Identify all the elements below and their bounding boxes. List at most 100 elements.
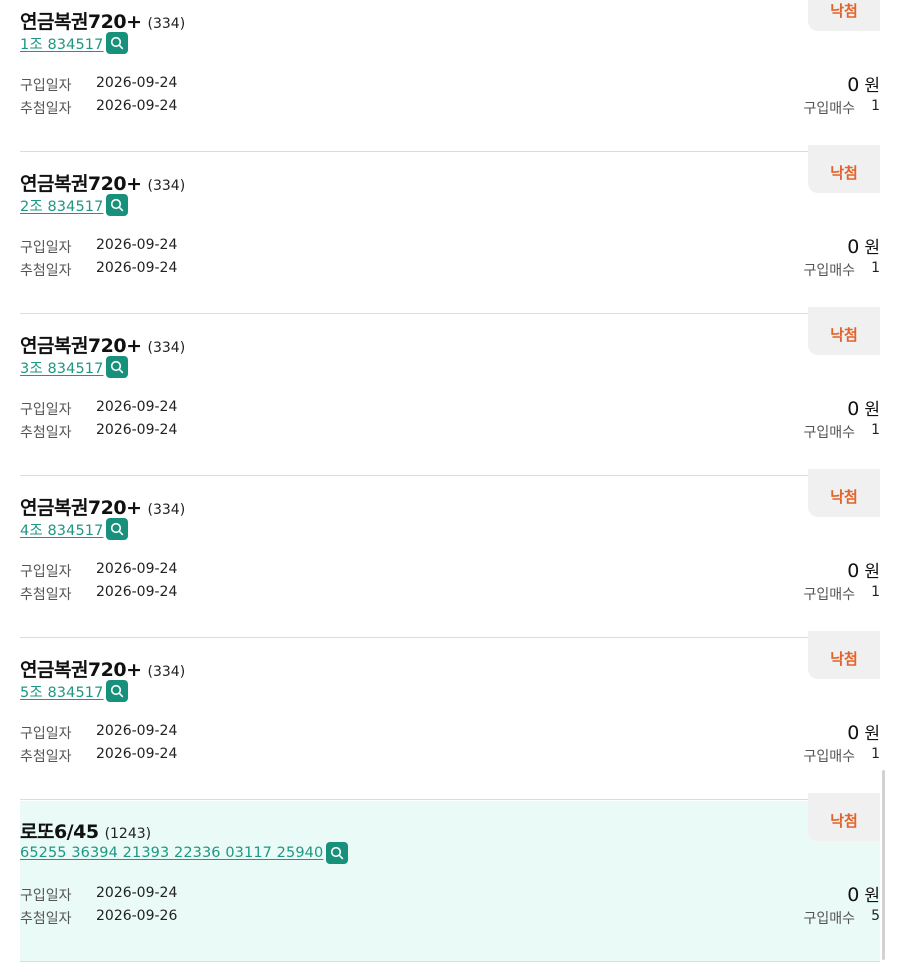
number-search-button[interactable] xyxy=(106,680,129,702)
draw-date-label: 추첨일자 xyxy=(20,425,72,441)
status-badge: 낙첨 xyxy=(808,145,880,193)
currency-label: 원 xyxy=(864,886,880,906)
ticket-number-link[interactable]: 65255 36394 21393 22336 03117 25940 xyxy=(20,845,323,861)
search-icon xyxy=(111,36,124,50)
purchase-count-value: 1 xyxy=(871,746,880,762)
purchase-date-value: 2026-09-24 xyxy=(96,237,178,253)
ticket-number-row: 4조 834517 xyxy=(20,518,129,540)
prize-amount: 0원 xyxy=(847,719,880,744)
draw-date-label: 추첨일자 xyxy=(20,911,72,927)
prize-amount: 0원 xyxy=(847,71,880,96)
draw-date-label: 추첨일자 xyxy=(20,263,72,279)
draw-date-row: 추첨일자 2026-09-24 xyxy=(20,746,177,766)
ticket-card-selected[interactable]: 낙첨 로또6/45 (1243) 65255 36394 21393 22336… xyxy=(20,793,880,962)
draw-date-value: 2026-09-24 xyxy=(96,422,178,438)
prize-amount: 0원 xyxy=(847,233,880,258)
draw-date-value: 2026-09-24 xyxy=(96,584,178,600)
ticket-round: (334) xyxy=(147,664,186,680)
currency-label: 원 xyxy=(864,724,880,744)
purchase-date-label: 구입일자 xyxy=(20,726,72,742)
number-search-button[interactable] xyxy=(106,32,129,54)
ticket-card[interactable]: 낙첨 연금복권720+ (334) 2조 834517 구입일자 2026-09… xyxy=(20,145,880,314)
purchase-date-row: 구입일자 2026-09-24 xyxy=(20,75,177,95)
search-icon xyxy=(111,360,124,374)
purchase-date-row: 구입일자 2026-09-24 xyxy=(20,399,177,419)
ticket-name: 연금복권720+ xyxy=(20,173,142,195)
number-search-button[interactable] xyxy=(106,518,129,540)
purchase-date-label: 구입일자 xyxy=(20,78,72,94)
number-search-button[interactable] xyxy=(326,842,349,864)
prize-amount: 0원 xyxy=(847,395,880,420)
draw-date-value: 2026-09-24 xyxy=(96,260,178,276)
ticket-title-row: 연금복권720+ (334) xyxy=(20,331,185,358)
number-search-button[interactable] xyxy=(106,194,129,216)
purchase-count-value: 1 xyxy=(871,260,880,276)
ticket-title-row: 연금복권720+ (334) xyxy=(20,655,185,682)
ticket-round: (334) xyxy=(147,502,186,518)
purchase-date-label: 구입일자 xyxy=(20,240,72,256)
purchase-count: 구입매수 1 xyxy=(804,584,880,604)
status-badge: 낙첨 xyxy=(808,0,880,31)
draw-date-value: 2026-09-24 xyxy=(96,746,178,762)
number-search-button[interactable] xyxy=(106,356,129,378)
purchase-date-row: 구입일자 2026-09-24 xyxy=(20,723,177,743)
ticket-number-row: 2조 834517 xyxy=(20,194,129,216)
ticket-card[interactable]: 낙첨 연금복권720+ (334) 1조 834517 구입일자 2026-09… xyxy=(20,0,880,152)
ticket-number-link[interactable]: 4조 834517 xyxy=(20,519,103,540)
purchase-count-label: 구입매수 xyxy=(803,749,856,765)
prize-amount-value: 0 xyxy=(847,560,860,582)
currency-label: 원 xyxy=(864,400,880,420)
search-icon xyxy=(331,846,344,860)
prize-amount: 0원 xyxy=(847,881,880,906)
prize-amount-value: 0 xyxy=(847,398,860,420)
ticket-round: (334) xyxy=(147,16,186,32)
scrollbar-thumb[interactable] xyxy=(882,770,885,960)
prize-amount-value: 0 xyxy=(847,722,860,744)
purchase-count-value: 1 xyxy=(871,98,880,114)
ticket-card[interactable]: 낙첨 연금복권720+ (334) 3조 834517 구입일자 2026-09… xyxy=(20,307,880,476)
ticket-number-link[interactable]: 1조 834517 xyxy=(20,33,103,54)
purchase-date-value: 2026-09-24 xyxy=(96,75,178,91)
draw-date-label: 추첨일자 xyxy=(20,749,72,765)
currency-label: 원 xyxy=(864,238,880,258)
ticket-number-link[interactable]: 2조 834517 xyxy=(20,195,103,216)
draw-date-value: 2026-09-24 xyxy=(96,98,178,114)
purchase-date-row: 구입일자 2026-09-24 xyxy=(20,561,177,581)
purchase-count: 구입매수 1 xyxy=(804,422,880,442)
ticket-name: 연금복권720+ xyxy=(20,335,142,357)
search-icon xyxy=(111,684,124,698)
ticket-number-row: 65255 36394 21393 22336 03117 25940 xyxy=(20,842,349,864)
status-badge: 낙첨 xyxy=(808,307,880,355)
purchase-count-label: 구입매수 xyxy=(803,425,856,441)
purchase-count: 구입매수 5 xyxy=(804,908,880,928)
prize-amount-value: 0 xyxy=(847,74,860,96)
purchase-count-value: 1 xyxy=(871,584,880,600)
purchase-date-value: 2026-09-24 xyxy=(96,723,178,739)
purchase-count-value: 1 xyxy=(871,422,880,438)
status-badge: 낙첨 xyxy=(808,631,880,679)
ticket-round: (334) xyxy=(147,340,186,356)
ticket-number-row: 5조 834517 xyxy=(20,680,129,702)
search-icon xyxy=(111,522,124,536)
purchase-date-label: 구입일자 xyxy=(20,564,72,580)
draw-date-label: 추첨일자 xyxy=(20,101,72,117)
purchase-date-row: 구입일자 2026-09-24 xyxy=(20,885,177,905)
purchase-count-label: 구입매수 xyxy=(803,263,856,279)
ticket-title-row: 연금복권720+ (334) xyxy=(20,493,185,520)
draw-date-row: 추첨일자 2026-09-24 xyxy=(20,422,177,442)
ticket-card[interactable]: 낙첨 연금복권720+ (334) 4조 834517 구입일자 2026-09… xyxy=(20,469,880,638)
ticket-title-row: 연금복권720+ (334) xyxy=(20,7,185,34)
prize-amount-value: 0 xyxy=(847,884,860,906)
ticket-number-link[interactable]: 5조 834517 xyxy=(20,681,103,702)
purchase-count-value: 5 xyxy=(871,908,880,924)
ticket-name: 연금복권720+ xyxy=(20,497,142,519)
ticket-number-link[interactable]: 3조 834517 xyxy=(20,357,103,378)
status-badge: 낙첨 xyxy=(808,793,880,841)
draw-date-row: 추첨일자 2026-09-26 xyxy=(20,908,177,928)
draw-date-row: 추첨일자 2026-09-24 xyxy=(20,584,177,604)
purchase-count: 구입매수 1 xyxy=(804,260,880,280)
search-icon xyxy=(111,198,124,212)
prize-amount-value: 0 xyxy=(847,236,860,258)
purchase-date-row: 구입일자 2026-09-24 xyxy=(20,237,177,257)
ticket-card[interactable]: 낙첨 연금복권720+ (334) 5조 834517 구입일자 2026-09… xyxy=(20,631,880,800)
